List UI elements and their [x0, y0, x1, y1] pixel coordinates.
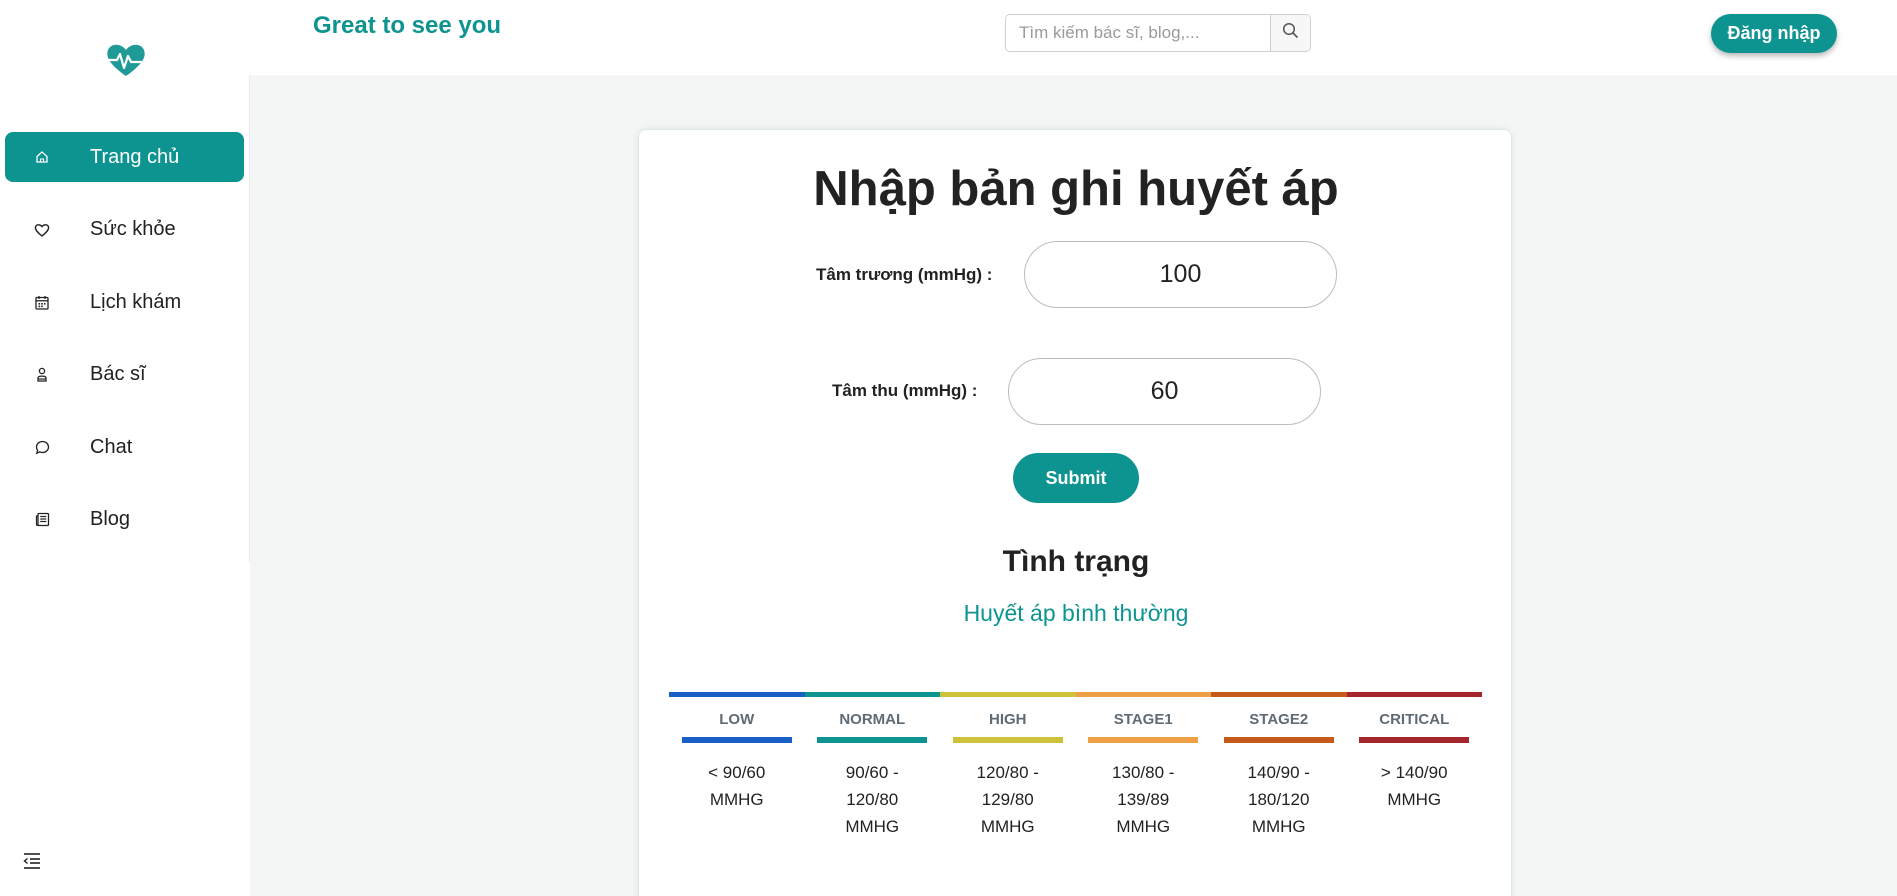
scale-strip-stage2 [1211, 692, 1347, 697]
sidebar-nav: Trang chủ Sức khỏe Lịch khám Bác sĩ Chat [5, 132, 244, 567]
scale-strip-normal [804, 692, 940, 697]
doctor-icon [34, 367, 50, 383]
blood-pressure-scale: LOW < 90/60 MMHG NORMAL 90/60 -120/80 MMHG… [669, 711, 1482, 840]
scale-item-low: LOW < 90/60 MMHG [669, 711, 805, 840]
sidebar-item-doctors[interactable]: Bác sĩ [5, 350, 244, 400]
scale-item-normal: NORMAL 90/60 -120/80 MMHG [805, 711, 941, 840]
submit-button[interactable]: Submit [1013, 453, 1139, 503]
search-icon [1282, 22, 1299, 44]
home-icon [34, 149, 50, 165]
scale-range: 120/80 -129/80 MMHG [976, 763, 1039, 836]
sidebar-collapse-icon[interactable] [22, 852, 42, 870]
scale-bar [817, 737, 928, 743]
status-heading: Tình trạng [1002, 545, 1150, 578]
scale-strip-low [669, 692, 805, 697]
scale-name: LOW [719, 711, 755, 728]
scale-item-stage1: STAGE1 130/80 -139/89 MMHG [1076, 711, 1212, 840]
scale-bar [681, 737, 792, 743]
scale-range: > 140/90 MMHG [1380, 763, 1448, 809]
sidebar: Trang chủ Sức khỏe Lịch khám Bác sĩ Chat [0, 0, 250, 896]
sidebar-item-chat[interactable]: Chat [5, 422, 244, 472]
heart-pulse-logo-icon [104, 42, 148, 78]
heart-icon [34, 222, 50, 238]
sidebar-item-label: Sức khỏe [90, 218, 176, 240]
blood-pressure-card: Nhập bản ghi huyết áp Tâm trương (mmHg) … [638, 129, 1512, 896]
sidebar-item-label: Blog [90, 508, 131, 530]
scale-strip-stage1 [1075, 692, 1211, 697]
greeting-title: Great to see you [313, 12, 502, 39]
systolic-input[interactable] [1008, 358, 1321, 425]
search-button[interactable] [1270, 15, 1310, 51]
scale-strip-high [940, 692, 1076, 697]
main-content: Nhập bản ghi huyết áp Tâm trương (mmHg) … [250, 75, 1897, 896]
status-value: Huyết áp bình thường [963, 600, 1189, 626]
scale-bar [1223, 737, 1334, 743]
scale-color-strip [669, 692, 1482, 697]
scale-range: 140/90 -180/120 MMHG [1247, 763, 1310, 836]
scale-item-stage2: STAGE2 140/90 -180/120 MMHG [1211, 711, 1347, 840]
sidebar-item-label: Trang chủ [90, 145, 180, 168]
page-title: Nhập bản ghi huyết áp [813, 162, 1339, 216]
systolic-label: Tâm thu (mmHg) : [832, 381, 978, 400]
sidebar-item-label: Lịch khám [90, 290, 182, 313]
search-bar [1005, 14, 1311, 52]
scale-range: < 90/60 MMHG [708, 763, 766, 809]
scale-bar [1088, 737, 1199, 743]
sidebar-item-home[interactable]: Trang chủ [5, 132, 244, 182]
scale-strip-critical [1346, 692, 1482, 697]
scale-bar [1359, 737, 1470, 743]
sidebar-item-appointments[interactable]: Lịch khám [5, 277, 244, 327]
scale-item-high: HIGH 120/80 -129/80 MMHG [940, 711, 1076, 840]
sidebar-item-health[interactable]: Sức khỏe [5, 205, 244, 255]
scale-range: 90/60 -120/80 MMHG [845, 763, 900, 836]
sidebar-item-label: Bác sĩ [90, 363, 146, 385]
newspaper-icon [34, 512, 50, 528]
scale-name: STAGE2 [1249, 711, 1309, 728]
scale-bar [952, 737, 1063, 743]
scale-name: NORMAL [839, 711, 906, 728]
scale-name: CRITICAL [1379, 711, 1450, 728]
diastolic-input[interactable] [1024, 241, 1337, 308]
scale-range: 130/80 -139/89 MMHG [1112, 763, 1175, 836]
chat-icon [34, 439, 50, 455]
calendar-icon [34, 294, 50, 310]
scale-name: STAGE1 [1113, 711, 1173, 728]
search-input[interactable] [1006, 15, 1270, 51]
diastolic-label: Tâm trương (mmHg) : [816, 265, 993, 284]
login-button[interactable]: Đăng nhập [1711, 14, 1837, 53]
sidebar-item-label: Chat [90, 435, 133, 458]
scale-item-critical: CRITICAL > 140/90 MMHG [1347, 711, 1483, 840]
scale-name: HIGH [989, 711, 1027, 728]
sidebar-item-blog[interactable]: Blog [5, 495, 244, 545]
